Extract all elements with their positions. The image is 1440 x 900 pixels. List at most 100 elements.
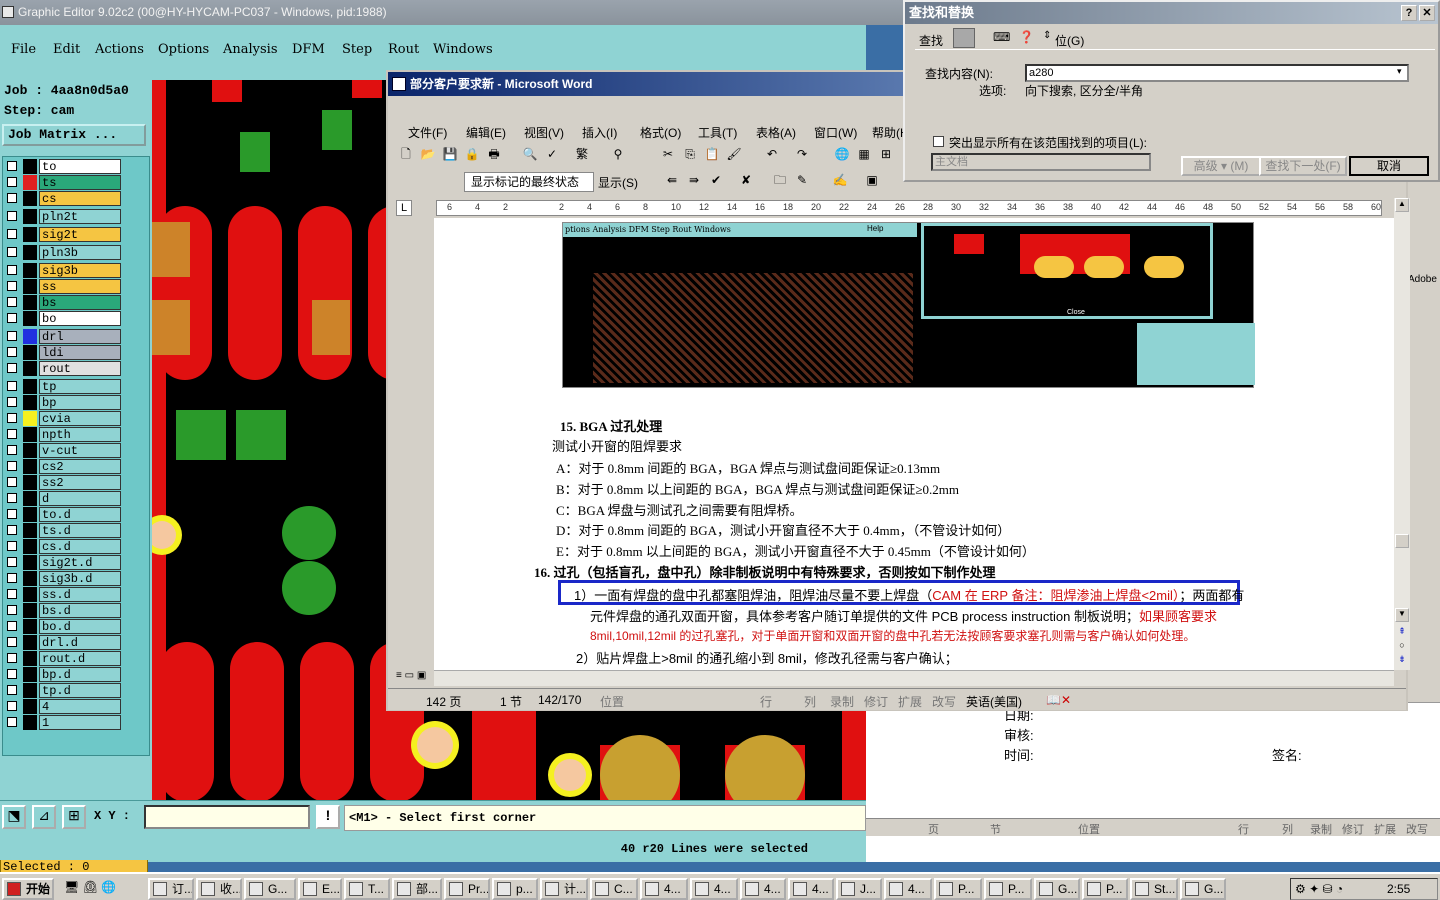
horizontal-ruler[interactable]: 6 4 2 2 4 6 8 10 12 14 16 18 20 22 24 26 28 30 32 34 36 38 40 4… <box>436 200 1382 216</box>
layer-row[interactable]: d <box>3 491 121 506</box>
taskbar-button[interactable]: 4... <box>640 878 688 900</box>
word-menu-insert[interactable]: 插入(I) <box>582 124 617 141</box>
layer-color-swatch[interactable] <box>23 667 37 682</box>
prev-page-icon[interactable]: ⇞ <box>1395 626 1409 640</box>
reject-change-icon[interactable]: ✘ <box>738 172 754 188</box>
cancel-button[interactable]: 取消 <box>1349 156 1429 176</box>
help-icon[interactable]: ? <box>1401 5 1417 21</box>
status-record[interactable]: 录制 <box>830 693 854 710</box>
taskbar-button[interactable]: J... <box>836 878 882 900</box>
layer-checkbox[interactable] <box>7 413 17 423</box>
word-menu-view[interactable]: 视图(V) <box>524 124 564 141</box>
layer-row[interactable]: ldi <box>3 345 121 360</box>
layer-name[interactable]: pln2t <box>39 209 121 224</box>
find-what-input[interactable]: a280 <box>1025 64 1409 82</box>
layer-row[interactable]: bp <box>3 395 121 410</box>
taskbar-button[interactable]: P... <box>1082 878 1128 900</box>
layer-row[interactable]: pln2t <box>3 209 121 224</box>
layer-checkbox[interactable] <box>7 177 17 187</box>
taskbar-button[interactable]: G... <box>1034 878 1080 900</box>
layer-name[interactable]: sig3b <box>39 263 121 278</box>
word-menu-format[interactable]: 格式(O) <box>640 124 681 141</box>
menu-analysis[interactable]: Analysis <box>223 42 278 57</box>
open-icon[interactable]: 📂 <box>420 146 436 162</box>
layer-color-swatch[interactable] <box>23 411 37 426</box>
layer-color-swatch[interactable] <box>23 443 37 458</box>
layer-name[interactable]: ss.d <box>39 587 121 602</box>
layer-checkbox[interactable] <box>7 685 17 695</box>
web-view-icon[interactable]: ▭ <box>405 670 414 681</box>
layer-checkbox[interactable] <box>7 525 17 535</box>
stamp-tool-icon[interactable] <box>953 28 975 48</box>
hyperlink-icon[interactable]: 🌐 <box>834 146 850 162</box>
browser-icon[interactable]: 🌐 <box>101 880 116 894</box>
question-icon[interactable]: ❓ <box>1019 30 1034 44</box>
layer-row[interactable]: bo.d <box>3 619 121 634</box>
layer-row[interactable]: pln3b <box>3 245 121 260</box>
layer-checkbox[interactable] <box>7 701 17 711</box>
layer-name[interactable]: tp.d <box>39 683 121 698</box>
layer-row[interactable]: rout <box>3 361 121 376</box>
grid-icon[interactable]: ⊞ <box>62 805 86 829</box>
layer-color-swatch[interactable] <box>23 459 37 474</box>
accept-change-icon[interactable]: ✔ <box>708 172 724 188</box>
layer-name[interactable]: bo <box>39 311 121 326</box>
layer-row[interactable]: ss <box>3 279 121 294</box>
word-menu-edit[interactable]: 编辑(E) <box>466 124 506 141</box>
layer-color-swatch[interactable] <box>23 539 37 554</box>
layer-name[interactable]: to <box>39 159 121 174</box>
taskbar-button[interactable]: 4... <box>788 878 834 900</box>
layer-checkbox[interactable] <box>7 161 17 171</box>
scroll-thumb[interactable] <box>1395 534 1409 548</box>
prev-change-icon[interactable]: ⇚ <box>664 172 680 188</box>
layer-checkbox[interactable] <box>7 589 17 599</box>
layer-checkbox[interactable] <box>7 461 17 471</box>
layer-checkbox[interactable] <box>7 397 17 407</box>
layer-row[interactable]: sig2t.d <box>3 555 121 570</box>
horizontal-scrollbar[interactable] <box>434 670 1394 686</box>
layer-name[interactable]: bp.d <box>39 667 121 682</box>
layer-checkbox[interactable] <box>7 669 17 679</box>
layer-checkbox[interactable] <box>7 331 17 341</box>
menu-windows[interactable]: Windows <box>433 42 493 57</box>
zoom-window-icon[interactable]: ⬔ <box>2 805 26 829</box>
taskbar-button[interactable]: 4... <box>884 878 932 900</box>
layer-color-swatch[interactable] <box>23 245 37 260</box>
tab-find[interactable]: 查找 <box>919 32 943 49</box>
menu-rout[interactable]: Rout <box>388 42 419 57</box>
taskbar-button[interactable]: 计... <box>540 878 588 900</box>
layer-row[interactable]: bp.d <box>3 667 121 682</box>
layer-checkbox[interactable] <box>7 637 17 647</box>
layer-checkbox[interactable] <box>7 363 17 373</box>
layer-row[interactable]: npth <box>3 427 121 442</box>
layer-name[interactable]: tp <box>39 379 121 394</box>
taskbar-button[interactable]: 订... <box>148 878 194 900</box>
layer-color-swatch[interactable] <box>23 311 37 326</box>
permission-icon[interactable]: 🔒 <box>464 146 480 162</box>
layer-color-swatch[interactable] <box>23 361 37 376</box>
layer-color-swatch[interactable] <box>23 295 37 310</box>
layer-name[interactable]: d <box>39 491 121 506</box>
layer-name[interactable]: cs <box>39 191 121 206</box>
layer-color-swatch[interactable] <box>23 329 37 344</box>
layer-row[interactable]: v-cut <box>3 443 121 458</box>
close-icon[interactable]: ✕ <box>1419 5 1435 21</box>
layer-row[interactable]: sig2t <box>3 227 121 242</box>
layer-row[interactable]: bs <box>3 295 121 310</box>
layer-checkbox[interactable] <box>7 573 17 583</box>
layer-color-swatch[interactable] <box>23 191 37 206</box>
format-painter-icon[interactable]: 🖌 <box>726 146 742 162</box>
layer-name[interactable]: bs <box>39 295 121 310</box>
new-comment-icon[interactable]: 🗀 <box>772 172 788 188</box>
layer-checkbox[interactable] <box>7 477 17 487</box>
layer-color-swatch[interactable] <box>23 395 37 410</box>
layer-checkbox[interactable] <box>7 445 17 455</box>
layer-checkbox[interactable] <box>7 229 17 239</box>
word-menu-window[interactable]: 窗口(W) <box>814 124 857 141</box>
new-icon[interactable]: 🗋 <box>398 146 414 162</box>
print-preview-icon[interactable]: 🔍 <box>522 146 538 162</box>
layer-checkbox[interactable] <box>7 193 17 203</box>
layer-row[interactable]: cs.d <box>3 539 121 554</box>
taskbar-button[interactable]: St... <box>1130 878 1178 900</box>
find-dialog-title-bar[interactable]: 查找和替换 ? ✕ <box>905 2 1438 24</box>
